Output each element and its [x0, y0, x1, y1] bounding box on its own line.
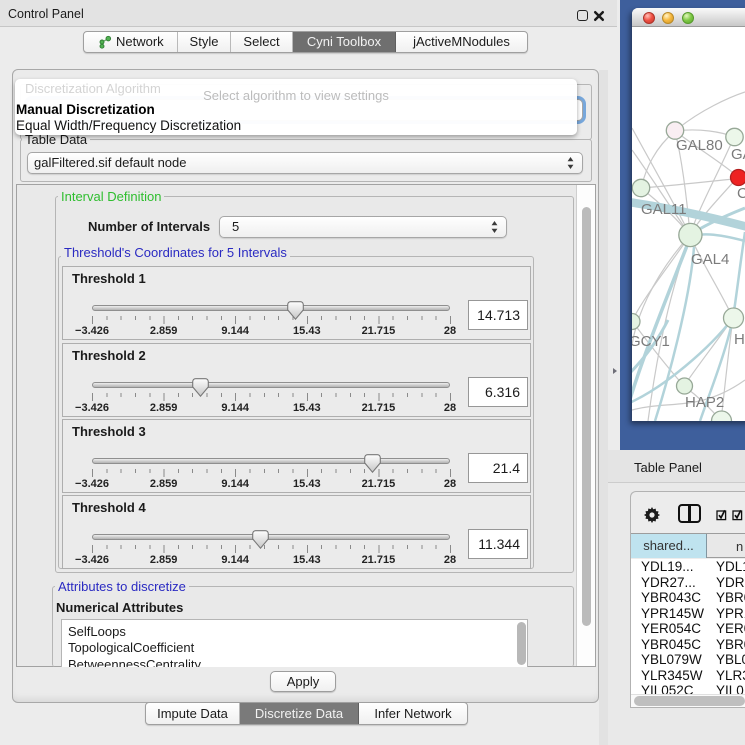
svg-text:GAL80: GAL80	[676, 137, 723, 154]
svg-text:C: C	[737, 185, 745, 202]
svg-text:H: H	[734, 331, 745, 348]
svg-text:GAL11: GAL11	[641, 201, 687, 218]
svg-text:GCY1: GCY1	[632, 333, 670, 350]
svg-text:GA: GA	[731, 146, 745, 163]
svg-text:HAP2: HAP2	[685, 394, 724, 411]
svg-text:GAL4: GAL4	[691, 251, 729, 268]
